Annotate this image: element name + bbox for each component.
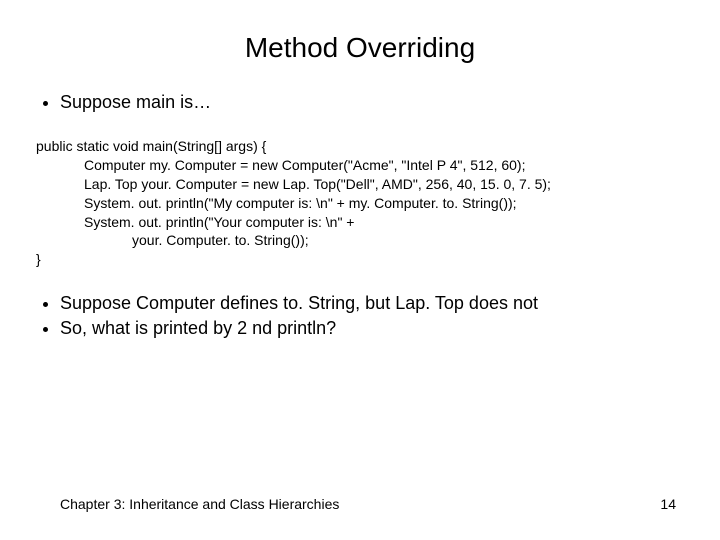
code-line: System. out. println("Your computer is: … bbox=[36, 213, 684, 232]
code-line: System. out. println("My computer is: \n… bbox=[36, 194, 684, 213]
code-line: Computer my. Computer = new Computer("Ac… bbox=[36, 156, 684, 175]
code-line: your. Computer. to. String()); bbox=[36, 231, 684, 250]
slide-title: Method Overriding bbox=[36, 32, 684, 64]
bullets-bottom: Suppose Computer defines to. String, but… bbox=[36, 293, 684, 339]
code-line: public static void main(String[] args) { bbox=[36, 137, 684, 156]
footer-page-number: 14 bbox=[660, 496, 676, 512]
slide: Method Overriding Suppose main is… publi… bbox=[0, 0, 720, 540]
slide-footer: Chapter 3: Inheritance and Class Hierarc… bbox=[0, 496, 720, 512]
bullets-top: Suppose main is… bbox=[36, 92, 684, 113]
footer-chapter: Chapter 3: Inheritance and Class Hierarc… bbox=[60, 496, 339, 512]
bullet-item: Suppose main is… bbox=[60, 92, 684, 113]
code-line: } bbox=[36, 250, 684, 269]
code-line: Lap. Top your. Computer = new Lap. Top("… bbox=[36, 175, 684, 194]
code-block: public static void main(String[] args) {… bbox=[36, 137, 684, 269]
bullet-item: So, what is printed by 2 nd println? bbox=[60, 318, 684, 339]
bullet-item: Suppose Computer defines to. String, but… bbox=[60, 293, 684, 314]
